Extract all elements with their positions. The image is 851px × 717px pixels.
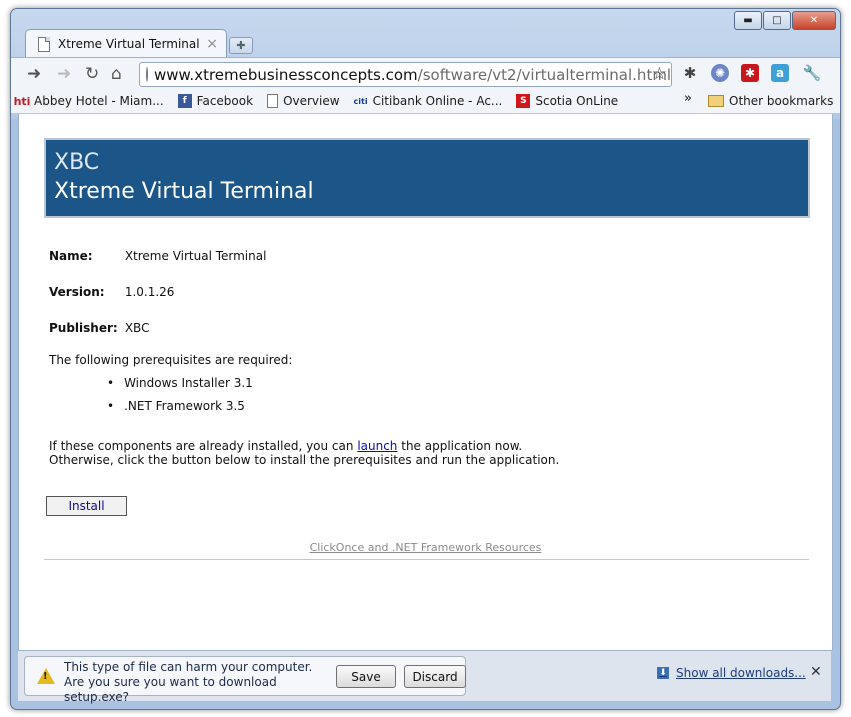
download-warning: ! This type of file can harm your comput… (24, 656, 466, 704)
save-button[interactable]: Save (336, 665, 396, 688)
warning-mark: ! (43, 671, 48, 682)
prereq-list: Windows Installer 3.1 .NET Framework 3.5 (107, 376, 253, 422)
bookmark-star-icon[interactable]: ☆ (652, 64, 667, 84)
version-row: Version: 1.0.1.26 (49, 285, 174, 299)
toolbar: ➜ ➜ ↻ ⌂ www.xtremebusinessconcepts.com/s… (11, 57, 840, 90)
hti-icon: hti (13, 94, 31, 108)
bookmark-item-abbey[interactable]: hti Abbey Hotel - Miam... (13, 94, 164, 108)
maximize-button[interactable]: □ (763, 11, 791, 30)
globe-icon (146, 67, 148, 82)
asterisk-extension-icon[interactable]: ✱ (741, 64, 759, 82)
bookmarks-bar: hti Abbey Hotel - Miam... f Facebook Ove… (11, 89, 840, 114)
version-label: Version: (49, 285, 105, 299)
page-icon (38, 36, 50, 52)
discard-button[interactable]: Discard (404, 665, 466, 688)
other-bookmarks-label: Other bookmarks (729, 94, 834, 108)
bookmark-label: Abbey Hotel - Miam... (34, 94, 164, 108)
address-bar[interactable]: www.xtremebusinessconcepts.com/software/… (139, 62, 672, 87)
bookmarks-overflow-icon[interactable]: » (684, 91, 692, 106)
a-extension-icon[interactable]: a (771, 64, 789, 82)
publisher-value: XBC (124, 321, 150, 335)
reload-icon[interactable]: ↻ (85, 64, 99, 84)
show-all-label: Show all downloads... (676, 666, 806, 680)
launch-link[interactable]: launch (357, 439, 397, 453)
divider (44, 559, 809, 560)
list-item: .NET Framework 3.5 (107, 399, 253, 413)
bookmark-label: Scotia OnLine (535, 94, 619, 108)
bookmark-item-scotia[interactable]: S Scotia OnLine (516, 94, 618, 108)
name-row: Name: Xtreme Virtual Terminal (49, 249, 266, 263)
tab-xtreme-virtual-terminal[interactable]: Xtreme Virtual Terminal × (25, 29, 227, 58)
close-download-bar-icon[interactable]: ✕ (810, 664, 822, 680)
forward-icon[interactable]: ➜ (57, 64, 71, 84)
banner-company: XBC (54, 150, 100, 175)
version-value: 1.0.1.26 (124, 285, 175, 299)
download-bar: ! This type of file can harm your comput… (18, 650, 831, 704)
bookmark-item-overview[interactable]: Overview (267, 94, 340, 108)
download-icon: ⬇ (657, 667, 669, 679)
name-label: Name: (49, 249, 93, 263)
bookmark-item-facebook[interactable]: f Facebook (177, 94, 254, 108)
name-value: Xtreme Virtual Terminal (124, 249, 267, 263)
show-all-downloads-link[interactable]: ⬇ Show all downloads... (657, 666, 806, 680)
banner-title: Xtreme Virtual Terminal (54, 179, 314, 204)
bookmark-label: Overview (283, 94, 340, 108)
citi-icon: citi (353, 96, 368, 106)
gear-extension-icon[interactable]: ✺ (711, 64, 729, 82)
resources-link[interactable]: ClickOnce and .NET Framework Resources (19, 541, 832, 554)
new-tab-button[interactable]: ✚ (229, 37, 253, 54)
url-path: /software/vt2/virtualterminal.html (417, 65, 672, 84)
list-item: Windows Installer 3.1 (107, 376, 253, 390)
prereq-intro: The following prerequisites are required… (49, 353, 293, 367)
browser-window: ▬ □ ✕ Xtreme Virtual Terminal × ✚ ➜ ➜ ↻ … (10, 8, 841, 710)
download-warning-text: This type of file can harm your computer… (64, 660, 313, 704)
other-bookmarks[interactable]: Other bookmarks (708, 94, 833, 108)
bug-extension-icon[interactable]: ✱ (681, 64, 699, 82)
tab-title: Xtreme Virtual Terminal (58, 37, 200, 51)
page-content: XBC Xtreme Virtual Terminal Name: Xtreme… (18, 114, 833, 650)
bookmark-item-citibank[interactable]: citi Citibank Online - Ac... (354, 94, 503, 108)
para-before: If these components are already installe… (49, 439, 358, 453)
install-button[interactable]: Install (46, 496, 127, 516)
facebook-icon: f (177, 94, 192, 108)
page-icon (267, 94, 279, 108)
instructions-paragraph: If these components are already installe… (49, 439, 589, 467)
folder-icon (708, 95, 724, 107)
window-controls: ▬ □ ✕ (733, 11, 836, 30)
header-banner: XBC Xtreme Virtual Terminal (44, 138, 810, 218)
home-icon[interactable]: ⌂ (111, 64, 122, 84)
wrench-icon[interactable]: 🔧 (803, 64, 822, 82)
bookmark-label: Citibank Online - Ac... (372, 94, 503, 108)
publisher-label: Publisher: (49, 321, 118, 335)
bookmark-label: Facebook (196, 94, 254, 108)
url-host: www.xtremebusinessconcepts.com (154, 65, 418, 84)
publisher-row: Publisher: XBC (49, 321, 149, 335)
tab-close-icon[interactable]: × (206, 36, 218, 52)
back-icon[interactable]: ➜ (27, 64, 41, 84)
scotia-icon: S (516, 94, 531, 108)
close-window-button[interactable]: ✕ (792, 11, 836, 30)
minimize-button[interactable]: ▬ (734, 11, 762, 30)
